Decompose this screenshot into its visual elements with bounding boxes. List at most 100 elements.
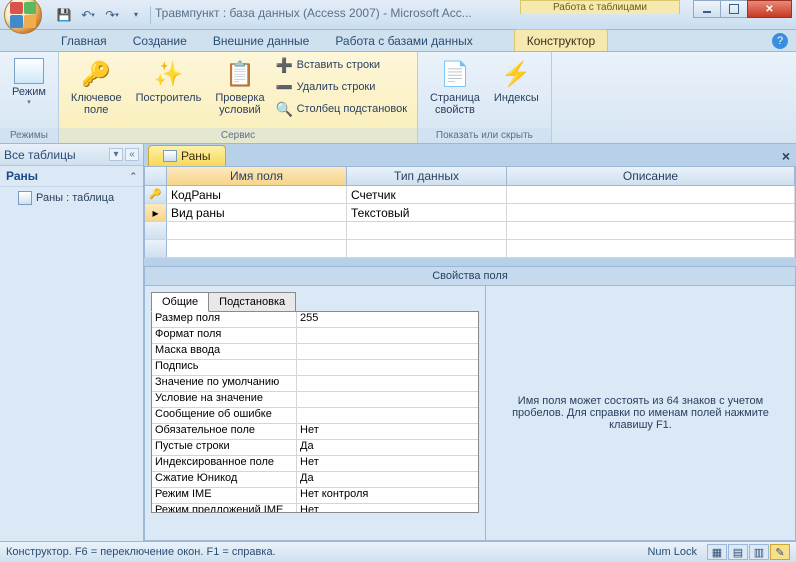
row-selector-header[interactable] bbox=[145, 167, 167, 185]
nav-collapse-icon[interactable]: « bbox=[125, 148, 139, 161]
pivot-chart-view-shortcut[interactable]: ▥ bbox=[749, 544, 769, 560]
property-name: Значение по умолчанию bbox=[152, 376, 297, 391]
indexes-icon: ⚡ bbox=[500, 58, 532, 90]
lookup-column-button[interactable]: 🔍Столбец подстановок bbox=[273, 98, 411, 120]
nav-pane-header[interactable]: Все таблицы ▾ « bbox=[0, 144, 143, 166]
field-properties-area: Общие Подстановка Размер поля255Формат п… bbox=[144, 286, 796, 541]
property-value[interactable]: Да bbox=[297, 472, 478, 487]
document-tab[interactable]: Раны bbox=[148, 145, 226, 166]
row-selector[interactable]: ▸ bbox=[145, 204, 167, 221]
window-title: Травмпункт : база данных (Access 2007) -… bbox=[155, 6, 472, 20]
properties-tab-general[interactable]: Общие bbox=[151, 292, 209, 312]
field-name-cell[interactable]: КодРаны bbox=[167, 186, 347, 203]
description-cell[interactable] bbox=[507, 186, 795, 203]
field-name-cell[interactable]: Вид раны bbox=[167, 204, 347, 221]
column-description[interactable]: Описание bbox=[507, 167, 795, 185]
property-row[interactable]: Режим IMEНет контроля bbox=[152, 488, 478, 504]
property-row[interactable]: Маска ввода bbox=[152, 344, 478, 360]
property-value[interactable] bbox=[297, 408, 478, 423]
property-value[interactable] bbox=[297, 344, 478, 359]
property-row[interactable]: Формат поля bbox=[152, 328, 478, 344]
property-name: Условие на значение bbox=[152, 392, 297, 407]
delete-rows-button[interactable]: ➖Удалить строки bbox=[273, 76, 411, 98]
design-grid-header: Имя поля Тип данных Описание bbox=[144, 166, 796, 186]
insert-rows-icon: ➕ bbox=[277, 57, 293, 73]
tab-home[interactable]: Главная bbox=[48, 29, 120, 51]
tab-database-tools[interactable]: Работа с базами данных bbox=[322, 29, 485, 51]
close-button[interactable]: ✕ bbox=[747, 0, 792, 18]
property-value[interactable]: 255 bbox=[297, 312, 478, 327]
nav-filter-dropdown-icon[interactable]: ▾ bbox=[109, 148, 123, 161]
test-validation-button[interactable]: 📋 Проверкаусловий bbox=[209, 54, 270, 120]
tab-create[interactable]: Создание bbox=[120, 29, 200, 51]
row-selector[interactable] bbox=[145, 222, 167, 239]
properties-help-text: Имя поля может состоять из 64 знаков с у… bbox=[485, 286, 795, 540]
field-row[interactable] bbox=[145, 222, 795, 240]
row-selector[interactable]: 🔑 bbox=[145, 186, 167, 203]
tab-external-data[interactable]: Внешние данные bbox=[200, 29, 323, 51]
ribbon-group-tools: 🔑 Ключевоеполе ✨ Построитель 📋 Проверкау… bbox=[59, 52, 418, 143]
property-value[interactable]: Нет bbox=[297, 456, 478, 471]
property-name: Режим предложений IME bbox=[152, 504, 297, 513]
row-selector[interactable] bbox=[145, 240, 167, 257]
view-button[interactable]: Режим ▾ bbox=[6, 54, 52, 110]
pivot-table-view-shortcut[interactable]: ▤ bbox=[728, 544, 748, 560]
field-row[interactable] bbox=[145, 240, 795, 258]
property-value[interactable] bbox=[297, 360, 478, 375]
workspace: Все таблицы ▾ « Раны⌃ Раны : таблица Ран… bbox=[0, 144, 796, 541]
property-row[interactable]: Обязательное полеНет bbox=[152, 424, 478, 440]
ribbon-group-show-hide: 📄 Страницасвойств ⚡ Индексы Показать или… bbox=[418, 52, 552, 143]
builder-button[interactable]: ✨ Построитель bbox=[130, 54, 208, 108]
description-cell[interactable] bbox=[507, 204, 795, 221]
datasheet-view-shortcut[interactable]: ▦ bbox=[707, 544, 727, 560]
office-button[interactable] bbox=[4, 0, 42, 34]
help-button[interactable]: ? bbox=[772, 33, 788, 49]
property-row[interactable]: Условие на значение bbox=[152, 392, 478, 408]
undo-icon[interactable]: ↶▾ bbox=[78, 5, 98, 25]
property-value[interactable] bbox=[297, 376, 478, 391]
property-value[interactable]: Нет bbox=[297, 424, 478, 439]
data-type-cell[interactable]: Текстовый bbox=[347, 204, 507, 221]
field-row[interactable]: ▸ Вид раны Текстовый bbox=[145, 204, 795, 222]
data-type-cell[interactable]: Счетчик bbox=[347, 186, 507, 203]
property-name: Пустые строки bbox=[152, 440, 297, 455]
maximize-button[interactable] bbox=[720, 0, 748, 18]
qat-customize-icon[interactable]: ▾ bbox=[126, 5, 146, 25]
minimize-button[interactable] bbox=[693, 0, 721, 18]
save-icon[interactable]: 💾 bbox=[54, 5, 74, 25]
property-row[interactable]: Пустые строкиДа bbox=[152, 440, 478, 456]
property-sheet-button[interactable]: 📄 Страницасвойств bbox=[424, 54, 486, 120]
property-row[interactable]: Индексированное полеНет bbox=[152, 456, 478, 472]
design-view-shortcut[interactable]: ✎ bbox=[770, 544, 790, 560]
primary-key-button[interactable]: 🔑 Ключевоеполе bbox=[65, 54, 128, 120]
nav-group-header[interactable]: Раны⌃ bbox=[0, 166, 143, 187]
tab-design[interactable]: Конструктор bbox=[514, 29, 608, 51]
property-value[interactable] bbox=[297, 328, 478, 343]
property-row[interactable]: Сжатие ЮникодДа bbox=[152, 472, 478, 488]
property-value[interactable]: Нет bbox=[297, 504, 478, 513]
property-row[interactable]: Режим предложений IMEНет bbox=[152, 504, 478, 513]
ribbon-group-views: Режим ▾ Режимы bbox=[0, 52, 59, 143]
property-value[interactable]: Да bbox=[297, 440, 478, 455]
insert-rows-button[interactable]: ➕Вставить строки bbox=[273, 54, 411, 76]
property-row[interactable]: Подпись bbox=[152, 360, 478, 376]
contextual-tab-title: Работа с таблицами bbox=[520, 0, 680, 14]
property-name: Размер поля bbox=[152, 312, 297, 327]
property-row[interactable]: Сообщение об ошибке bbox=[152, 408, 478, 424]
property-sheet-icon: 📄 bbox=[439, 58, 471, 90]
property-value[interactable]: Нет контроля bbox=[297, 488, 478, 503]
column-field-name[interactable]: Имя поля bbox=[167, 167, 347, 185]
field-row[interactable]: 🔑 КодРаны Счетчик bbox=[145, 186, 795, 204]
properties-tab-lookup[interactable]: Подстановка bbox=[208, 292, 296, 312]
close-document-button[interactable]: × bbox=[782, 148, 790, 164]
property-row[interactable]: Значение по умолчанию bbox=[152, 376, 478, 392]
property-value[interactable] bbox=[297, 392, 478, 407]
redo-icon[interactable]: ↷▾ bbox=[102, 5, 122, 25]
column-data-type[interactable]: Тип данных bbox=[347, 167, 507, 185]
nav-item-table[interactable]: Раны : таблица bbox=[0, 187, 143, 209]
indexes-button[interactable]: ⚡ Индексы bbox=[488, 54, 545, 108]
properties-grid[interactable]: Размер поля255Формат поляМаска вводаПодп… bbox=[151, 311, 479, 513]
property-row[interactable]: Размер поля255 bbox=[152, 312, 478, 328]
chevron-up-icon[interactable]: ⌃ bbox=[129, 171, 137, 182]
table-icon bbox=[163, 150, 177, 162]
